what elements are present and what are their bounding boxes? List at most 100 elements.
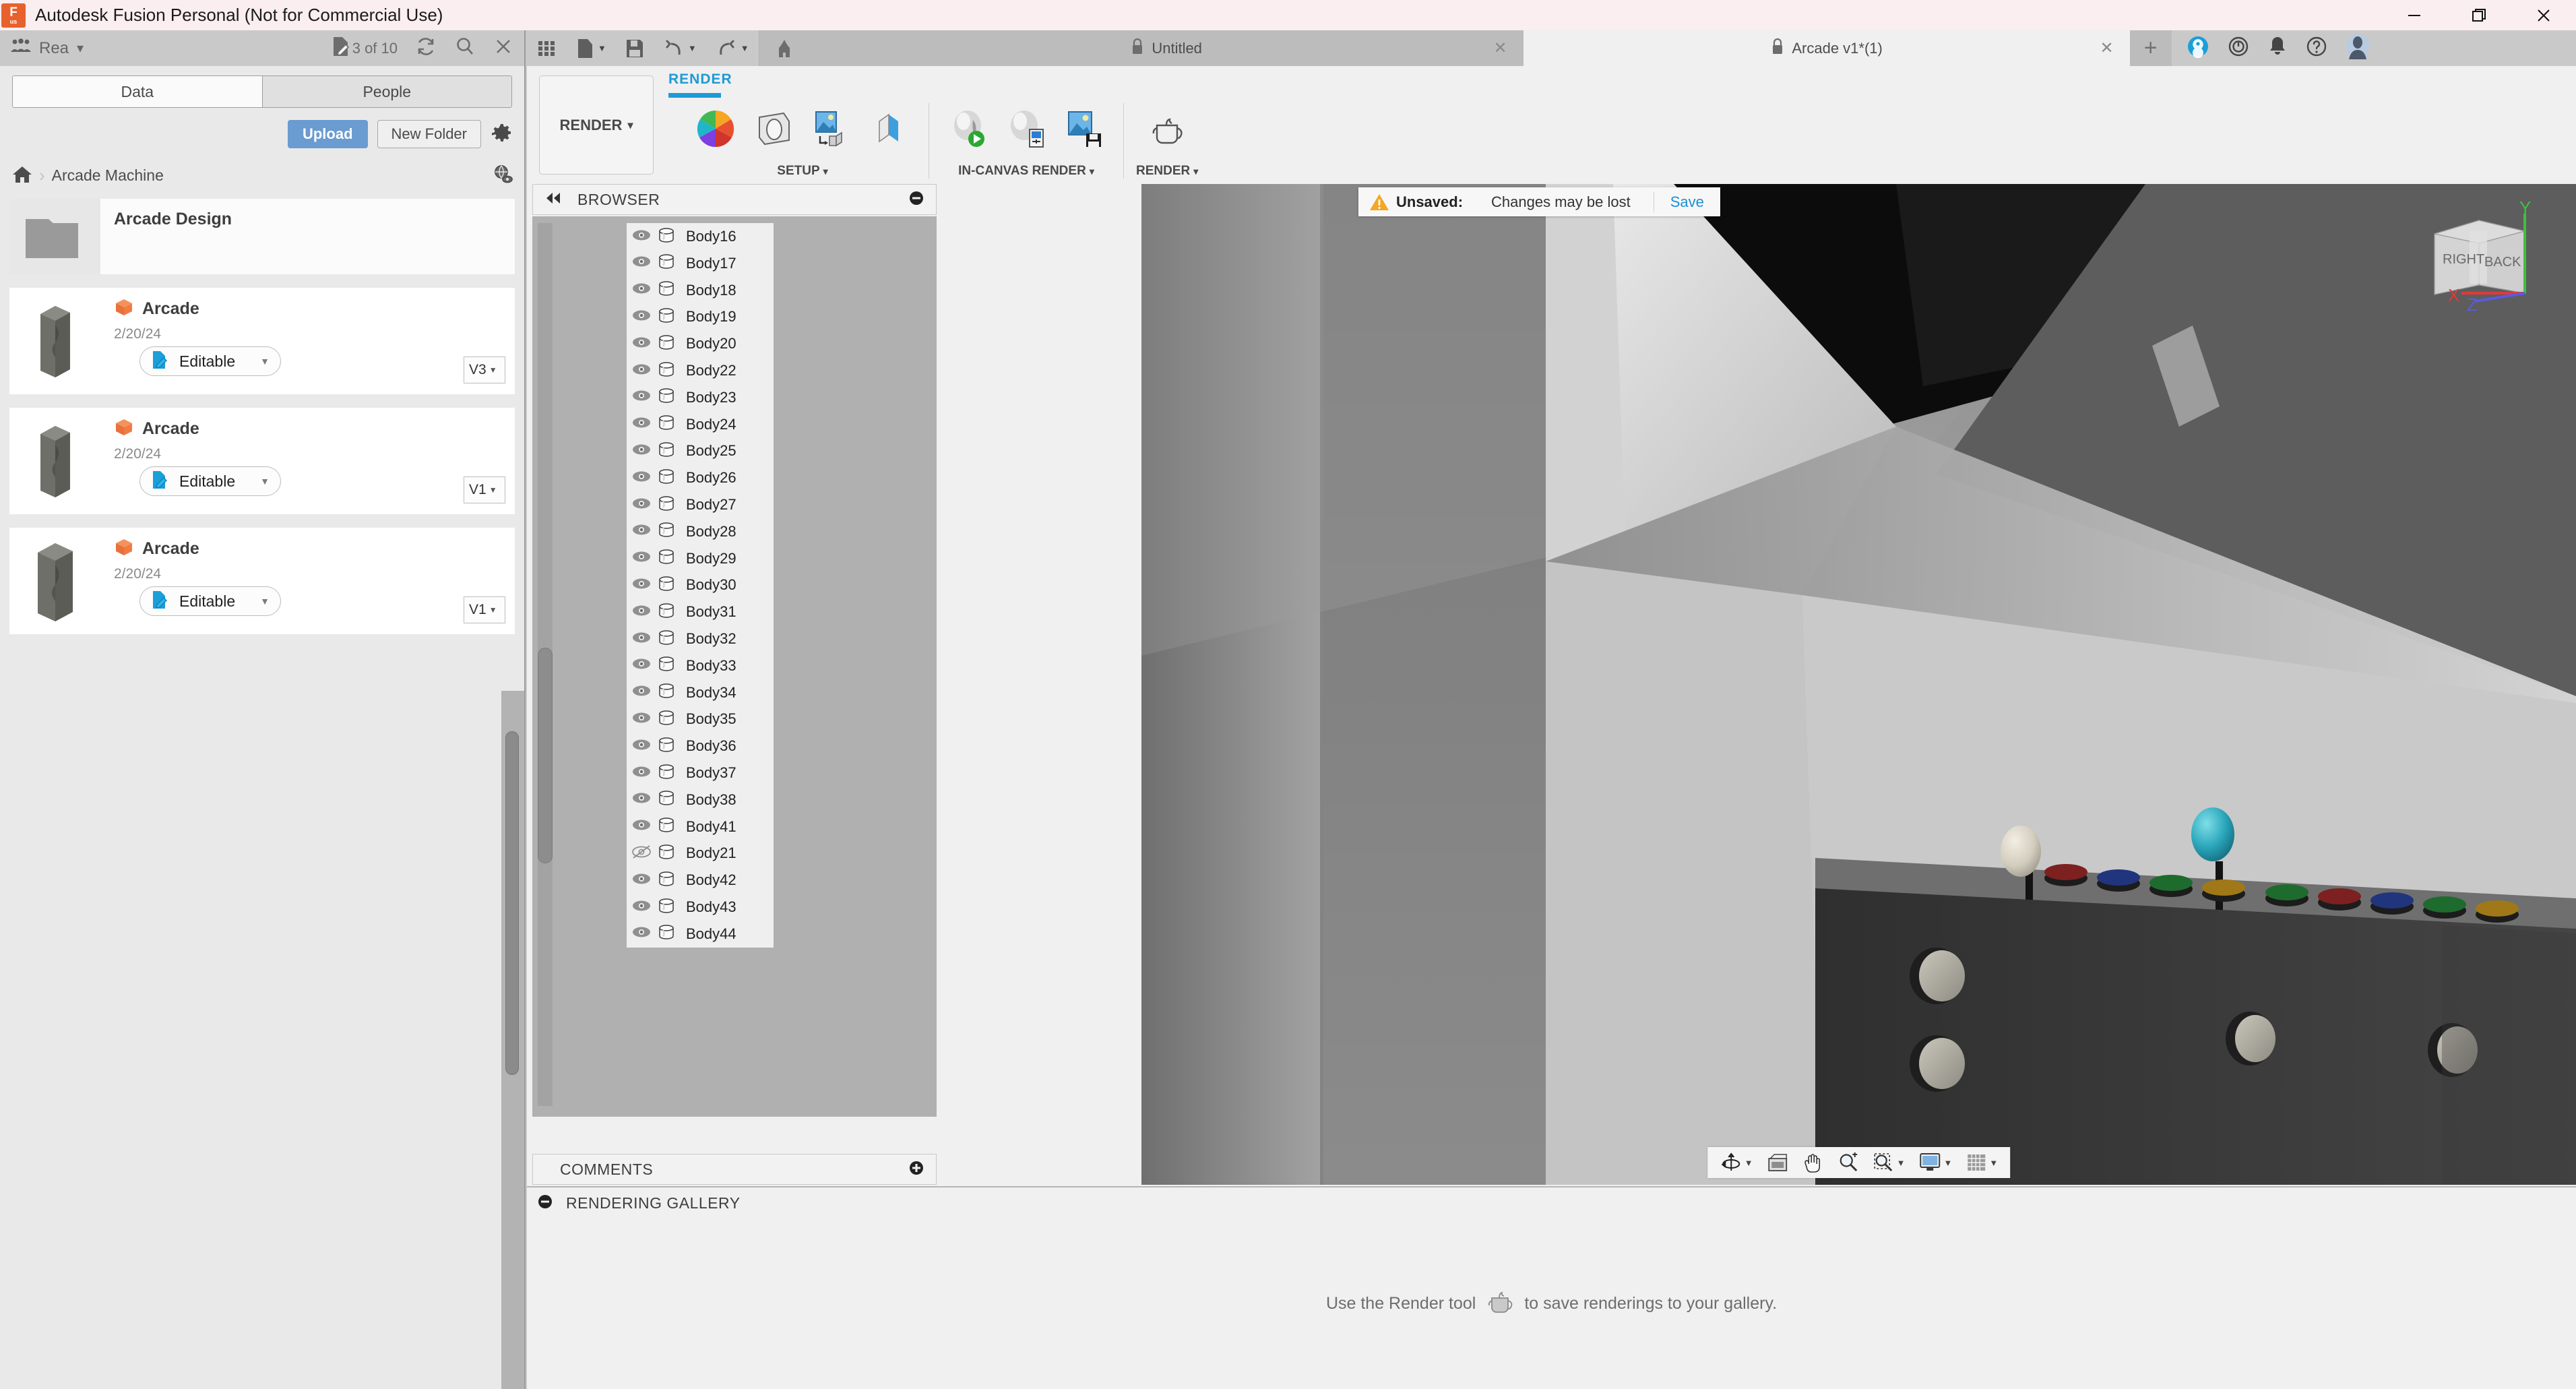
collapse-minus-icon[interactable] [908, 189, 925, 210]
comments-panel-header[interactable]: COMMENTS [532, 1154, 937, 1185]
eye-visible-icon[interactable] [632, 497, 651, 514]
save-button[interactable] [616, 30, 654, 66]
permission-dropdown[interactable]: Editable ▼ [139, 586, 281, 616]
close-icon[interactable]: ✕ [2100, 38, 2114, 58]
breadcrumb-path[interactable]: Arcade Machine [52, 166, 164, 185]
in-canvas-render-settings-tool-button[interactable] [999, 96, 1053, 161]
eye-visible-icon[interactable] [632, 791, 651, 808]
undo-button[interactable]: ▼ [654, 30, 706, 66]
eye-visible-icon[interactable] [632, 899, 651, 916]
display-settings-tool-button[interactable]: ▼ [1914, 1147, 1958, 1178]
search-icon[interactable] [454, 36, 476, 61]
eye-visible-icon[interactable] [632, 577, 651, 594]
eye-visible-icon[interactable] [632, 389, 651, 406]
version-dropdown[interactable]: V1 ▼ [464, 476, 505, 503]
new-folder-button[interactable]: New Folder [377, 120, 481, 148]
file-item[interactable]: Arcade 2/20/24 Editable ▼ V1 ▼ [9, 528, 515, 634]
browser-scroll-thumb[interactable] [538, 648, 553, 863]
redo-button[interactable]: ▼ [706, 30, 759, 66]
globe-eye-icon[interactable] [492, 163, 513, 188]
orbit-tool-button[interactable]: ▼ [1714, 1147, 1759, 1178]
eye-visible-icon[interactable] [632, 684, 651, 701]
eye-visible-icon[interactable] [632, 738, 651, 755]
help-question-icon[interactable] [2305, 35, 2328, 61]
workspace-switcher[interactable]: RENDER ▾ [539, 75, 654, 175]
render-viewport[interactable]: Unsaved: Changes may be lost Save RIGHT … [1141, 184, 2576, 1185]
document-tab-untitled[interactable]: Untitled ✕ [809, 30, 1523, 66]
eye-visible-icon[interactable] [632, 925, 651, 942]
close-button[interactable] [2511, 0, 2576, 30]
browser-body-row[interactable]: Body31 [627, 598, 774, 626]
rendering-gallery-header[interactable]: RENDERING GALLERY [527, 1186, 2576, 1218]
capture-image-tool-button[interactable] [1057, 96, 1111, 161]
browser-body-row[interactable]: Body16 [627, 223, 774, 250]
view-cube[interactable]: RIGHT BACK X Z Y [2417, 197, 2558, 317]
chevron-down-icon[interactable]: ▾ [823, 166, 828, 177]
add-comment-icon[interactable] [908, 1159, 925, 1180]
upload-button[interactable]: Upload [287, 120, 368, 148]
browser-body-row[interactable]: Body17 [627, 249, 774, 277]
render-teapot-tool-button[interactable] [1140, 96, 1194, 161]
eye-visible-icon[interactable] [632, 550, 651, 567]
new-tab-button[interactable]: + [2129, 30, 2172, 66]
browser-body-row[interactable]: Body20 [627, 330, 774, 358]
in-canvas-render-tool-button[interactable] [941, 96, 995, 161]
eye-visible-icon[interactable] [632, 309, 651, 326]
close-panel-icon[interactable] [493, 36, 513, 60]
browser-body-row[interactable]: Body25 [627, 437, 774, 465]
restore-button[interactable] [2447, 0, 2511, 30]
eye-visible-icon[interactable] [632, 657, 651, 674]
browser-body-row[interactable]: Body18 [627, 276, 774, 304]
eye-visible-icon[interactable] [632, 363, 651, 379]
permission-dropdown[interactable]: Editable ▼ [139, 466, 281, 496]
decal-tool-button[interactable] [862, 96, 916, 161]
eye-visible-icon[interactable] [632, 470, 651, 487]
browser-body-row[interactable]: Body42 [627, 867, 774, 894]
browser-body-row[interactable]: Body21 [627, 840, 774, 867]
appearance-tool-button[interactable] [689, 96, 743, 161]
home-button[interactable] [759, 30, 809, 66]
user-avatar[interactable] [2346, 34, 2370, 63]
eye-visible-icon[interactable] [632, 282, 651, 299]
chevron-down-icon[interactable]: ▼ [1745, 1158, 1753, 1168]
eye-visible-icon[interactable] [632, 604, 651, 621]
team-selector[interactable]: Rea ▾ [11, 37, 84, 59]
tab-render[interactable]: RENDER [668, 71, 732, 92]
browser-body-row[interactable]: Body32 [627, 625, 774, 652]
browser-body-row[interactable]: Body44 [627, 920, 774, 948]
version-dropdown[interactable]: V1 ▼ [464, 596, 505, 623]
browser-body-row[interactable]: Body34 [627, 679, 774, 706]
collapse-minus-icon[interactable] [536, 1193, 554, 1214]
browser-body-row[interactable]: Body26 [627, 464, 774, 492]
refresh-icon[interactable] [415, 36, 437, 61]
eye-visible-icon[interactable] [632, 631, 651, 648]
grid-snaps-tool-button[interactable]: ▼ [1960, 1147, 2003, 1178]
version-dropdown[interactable]: V3 ▼ [464, 357, 505, 383]
tab-people[interactable]: People [261, 76, 511, 107]
collapse-left-icon[interactable] [544, 191, 563, 208]
document-tab-arcade[interactable]: Arcade v1*(1) ✕ [1523, 30, 2130, 66]
browser-body-row[interactable]: Body36 [627, 733, 774, 760]
browser-body-row[interactable]: Body29 [627, 545, 774, 572]
zoom-tool-button[interactable] [1833, 1147, 1865, 1178]
pan-tool-button[interactable] [1798, 1147, 1830, 1178]
browser-body-row[interactable]: Body19 [627, 303, 774, 331]
browser-body-row[interactable]: Body41 [627, 813, 774, 840]
browser-body-row[interactable]: Body38 [627, 786, 774, 813]
eye-visible-icon[interactable] [632, 443, 651, 460]
browser-body-row[interactable]: Body27 [627, 491, 774, 518]
eye-visible-icon[interactable] [632, 818, 651, 835]
browser-body-row[interactable]: Body33 [627, 652, 774, 679]
minimize-button[interactable] [2382, 0, 2447, 30]
home-icon[interactable] [12, 164, 32, 187]
file-item[interactable]: Arcade 2/20/24 Editable ▼ V1 ▼ [9, 408, 515, 514]
browser-body-row[interactable]: Body24 [627, 410, 774, 438]
eye-visible-icon[interactable] [632, 765, 651, 782]
close-icon[interactable]: ✕ [1494, 38, 1507, 58]
eye-visible-icon[interactable] [632, 416, 651, 433]
chevron-down-icon[interactable]: ▼ [1944, 1158, 1953, 1168]
job-status-clock-icon[interactable] [2227, 35, 2250, 61]
browser-body-row[interactable]: Body22 [627, 357, 774, 384]
browser-body-row[interactable]: Body23 [627, 383, 774, 411]
fusion-app-icon[interactable] [2187, 35, 2209, 61]
